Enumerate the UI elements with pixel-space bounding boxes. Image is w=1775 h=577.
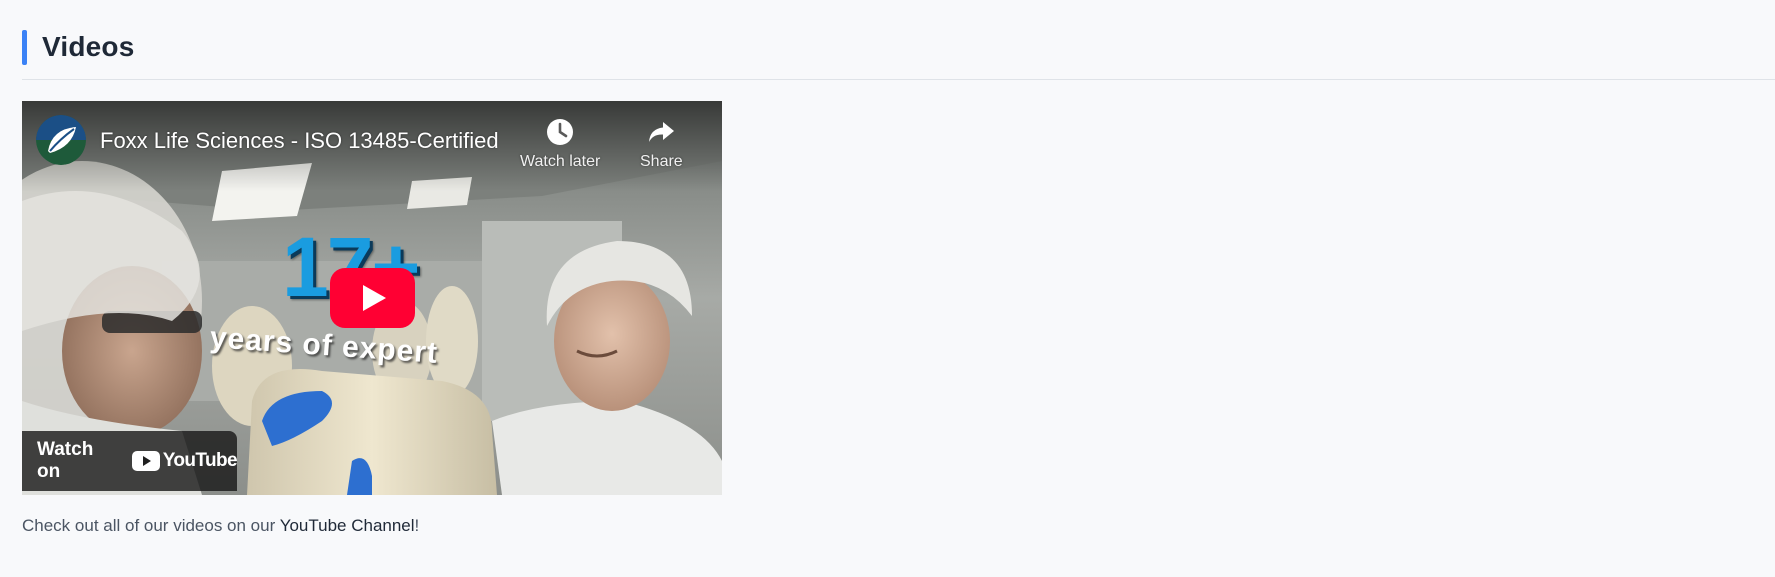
section-header: Videos [22, 29, 135, 65]
accent-bar [22, 29, 27, 65]
play-icon [330, 268, 415, 328]
youtube-logo-icon [131, 451, 160, 471]
youtube-logo: YouTube [131, 450, 238, 472]
youtube-logo-text: YouTube [162, 450, 238, 471]
videos-section: Videos 17+ years of expert Foxx Life Sci… [22, 0, 1775, 577]
watch-later-label: Watch later [520, 153, 601, 170]
section-title: Videos [42, 31, 135, 62]
caption-prefix: Check out all of our videos on our [22, 516, 280, 535]
youtube-channel-link[interactable]: YouTube Channel [280, 516, 415, 535]
share-button[interactable]: Share [640, 117, 683, 171]
video-title[interactable]: Foxx Life Sciences - ISO 13485-Certified [100, 128, 499, 154]
share-arrow-icon [649, 122, 675, 142]
watch-on-youtube-button[interactable]: Watch on YouTube [22, 431, 238, 491]
channel-avatar[interactable] [36, 115, 86, 165]
share-label: Share [640, 153, 683, 170]
youtube-video-embed[interactable]: 17+ years of expert Foxx Life Sciences -… [22, 101, 722, 495]
watch-on-label: Watch on [37, 439, 94, 482]
clock-icon [547, 119, 574, 145]
watch-later-button[interactable]: Watch later [520, 117, 600, 171]
play-button[interactable] [330, 268, 415, 328]
video-caption: Check out all of our videos on our YouTu… [22, 516, 419, 536]
caption-suffix: ! [414, 516, 420, 535]
leaf-logo-icon [36, 115, 86, 165]
section-divider [22, 79, 1775, 80]
